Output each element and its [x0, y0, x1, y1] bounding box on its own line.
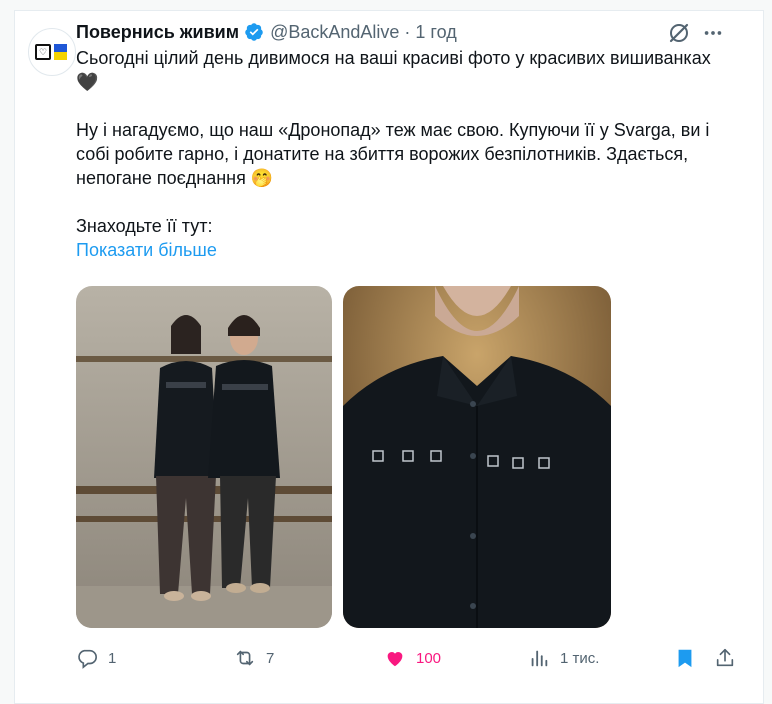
- brand-logo: ♡: [35, 41, 69, 63]
- share-button[interactable]: [714, 644, 736, 672]
- photo-shirt-closeup[interactable]: [343, 286, 611, 628]
- photo-couple[interactable]: [76, 286, 332, 628]
- show-more-link[interactable]: Показати більше: [76, 238, 736, 262]
- repost-button[interactable]: 7: [234, 644, 274, 672]
- account-name[interactable]: Повернись живим: [76, 22, 239, 43]
- tweet-actions: 1 7 100 1 тис.: [76, 644, 736, 672]
- more-icon[interactable]: [700, 20, 726, 46]
- views-icon: [531, 650, 548, 667]
- like-button[interactable]: 100: [384, 644, 441, 672]
- timestamp[interactable]: 1 год: [415, 22, 456, 43]
- bookmark-icon: [678, 649, 692, 668]
- tweet-header: Повернись живим @BackAndAlive · 1 год: [76, 20, 457, 44]
- reply-count: 1: [108, 649, 117, 667]
- tweet-paragraph-2: Ну і нагадуємо, що наш «Дронопад» теж ма…: [76, 120, 710, 188]
- views-count: 1 тис.: [560, 649, 600, 667]
- reply-button[interactable]: 1: [76, 644, 116, 672]
- account-handle[interactable]: @BackAndAlive: [270, 22, 399, 43]
- views-button[interactable]: 1 тис.: [528, 644, 599, 672]
- verified-icon: [245, 23, 263, 41]
- share-icon: [716, 648, 734, 667]
- repost-icon: [236, 650, 254, 666]
- reply-icon: [78, 649, 97, 669]
- grok-icon[interactable]: [666, 20, 692, 46]
- like-icon: [387, 652, 403, 667]
- avatar[interactable]: ♡: [28, 28, 76, 76]
- tweet-text: Сьогодні цілий день дивимося на ваші кра…: [76, 46, 736, 262]
- tweet-paragraph-3: Знаходьте її тут:: [76, 216, 213, 236]
- tweet-paragraph-1: Сьогодні цілий день дивимося на ваші кра…: [76, 48, 711, 92]
- repost-count: 7: [266, 649, 275, 667]
- separator: ·: [404, 21, 411, 42]
- bookmark-button[interactable]: [674, 644, 696, 672]
- like-count: 100: [416, 649, 442, 667]
